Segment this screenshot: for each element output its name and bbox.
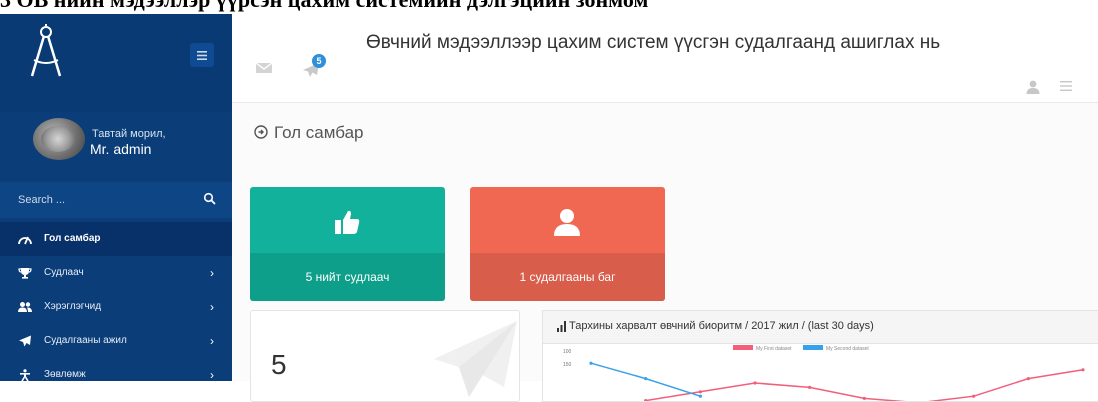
sidebar-item-dashboard[interactable]: Гол самбар bbox=[0, 222, 232, 256]
welcome-text: Тавтай морил, bbox=[92, 128, 166, 140]
mail-icon[interactable] bbox=[256, 62, 272, 74]
users-icon bbox=[18, 302, 32, 312]
sidebar-item-label: Зөвлөмж bbox=[44, 369, 86, 380]
username: Mr. admin bbox=[90, 141, 152, 157]
data-point[interactable] bbox=[808, 385, 812, 389]
logo-area bbox=[0, 14, 232, 112]
sidebar-item-label: Хэрэглэгчид bbox=[44, 301, 102, 312]
trophy-icon bbox=[18, 268, 32, 279]
sidebar-item-research-work[interactable]: Судалгааны ажил › bbox=[0, 324, 232, 358]
data-point[interactable] bbox=[698, 394, 702, 398]
user-panel: Тавтай морил, Mr. admin bbox=[0, 112, 232, 182]
legend-swatch bbox=[803, 345, 823, 350]
line-chart: 100 150 My First dataset My Second dataset bbox=[563, 345, 1085, 401]
send-icon bbox=[19, 335, 31, 347]
main-content: Өвчний мэдээллээр цахим систем үүсгэн су… bbox=[232, 14, 1098, 402]
sidebar-item-recommendation[interactable]: Зөвлөмж › bbox=[0, 358, 232, 392]
sidebar-item-researcher[interactable]: Судлаач › bbox=[0, 256, 232, 290]
sidebar-item-label: Судалгааны ажил bbox=[44, 335, 127, 346]
search-input[interactable] bbox=[12, 190, 194, 210]
search-icon[interactable] bbox=[203, 192, 217, 206]
sidebar-item-label: Гол самбар bbox=[44, 233, 101, 244]
app-window: Тавтай морил, Mr. admin Гол самбар bbox=[0, 14, 1098, 402]
stat-value: 5 bbox=[271, 349, 287, 380]
notification-badge: 5 bbox=[312, 54, 326, 68]
dashboard-icon bbox=[18, 236, 32, 245]
sidebar: Тавтай морил, Mr. admin Гол самбар bbox=[0, 14, 232, 382]
sidebar-item-users[interactable]: Хэрэглэгчид › bbox=[0, 290, 232, 324]
document-caption: 3 OB нийн мэдээллэр үүрсэн цахим системи… bbox=[0, 0, 1098, 12]
chevron-right-icon: › bbox=[210, 368, 214, 382]
chevron-right-icon: › bbox=[210, 334, 214, 348]
breadcrumb-label: Гол самбар bbox=[274, 123, 364, 142]
compass-logo-icon bbox=[30, 24, 62, 77]
avatar[interactable] bbox=[33, 118, 85, 160]
menu-toggle-button[interactable] bbox=[190, 43, 214, 67]
user-icon bbox=[554, 209, 580, 236]
circle-arrow-right-icon bbox=[254, 125, 268, 139]
researcher-count-card[interactable]: 5 нийт судлаач bbox=[250, 187, 445, 301]
chart-title: Тархины харвалт өвчний биоритм / 2017 жи… bbox=[569, 320, 874, 332]
thumbs-up-icon bbox=[335, 210, 360, 234]
paper-plane-icon bbox=[434, 321, 517, 397]
bar-chart-icon bbox=[557, 321, 566, 332]
legend-swatch bbox=[733, 345, 753, 350]
y-tick-label: 100 bbox=[563, 349, 572, 355]
data-point[interactable] bbox=[972, 394, 976, 398]
research-team-card[interactable]: 1 судалгааны баг bbox=[470, 187, 665, 301]
series-line bbox=[645, 369, 1084, 401]
data-point[interactable] bbox=[589, 361, 593, 365]
data-point[interactable] bbox=[753, 381, 757, 385]
user-icon[interactable] bbox=[1026, 80, 1040, 94]
breadcrumb[interactable]: Гол самбар bbox=[254, 123, 364, 143]
research-team-label: 1 судалгааны баг bbox=[470, 253, 665, 301]
accessibility-icon bbox=[20, 369, 30, 381]
chevron-right-icon: › bbox=[210, 300, 214, 314]
topbar: Өвчний мэдээллээр цахим систем үүсгэн су… bbox=[232, 14, 1098, 103]
chart-panel: Тархины харвалт өвчний биоритм / 2017 жи… bbox=[542, 310, 1098, 402]
stat-box: 5 bbox=[250, 310, 520, 402]
data-point[interactable] bbox=[698, 390, 702, 394]
legend-label: My First dataset bbox=[756, 346, 792, 352]
legend-label: My Second dataset bbox=[826, 346, 869, 352]
bars-icon[interactable] bbox=[1060, 81, 1072, 91]
chevron-right-icon: › bbox=[210, 266, 214, 280]
sidebar-item-label: Судлаач bbox=[44, 267, 84, 278]
data-point[interactable] bbox=[1026, 377, 1030, 381]
data-point[interactable] bbox=[644, 399, 648, 401]
data-point[interactable] bbox=[862, 396, 866, 400]
chart-header: Тархины харвалт өвчний биоритм / 2017 жи… bbox=[543, 311, 1098, 344]
y-tick-label: 150 bbox=[563, 362, 572, 368]
data-point[interactable] bbox=[644, 377, 648, 381]
page-title: Өвчний мэдээллээр цахим систем үүсгэн су… bbox=[366, 32, 941, 53]
sidebar-nav: Гол самбар Судлаач › Хэрэглэгчид › Судал… bbox=[0, 222, 232, 392]
hamburger-icon bbox=[197, 51, 207, 60]
data-point[interactable] bbox=[1081, 368, 1085, 372]
researcher-count-label: 5 нийт судлаач bbox=[250, 253, 445, 301]
sidebar-search bbox=[0, 182, 232, 218]
